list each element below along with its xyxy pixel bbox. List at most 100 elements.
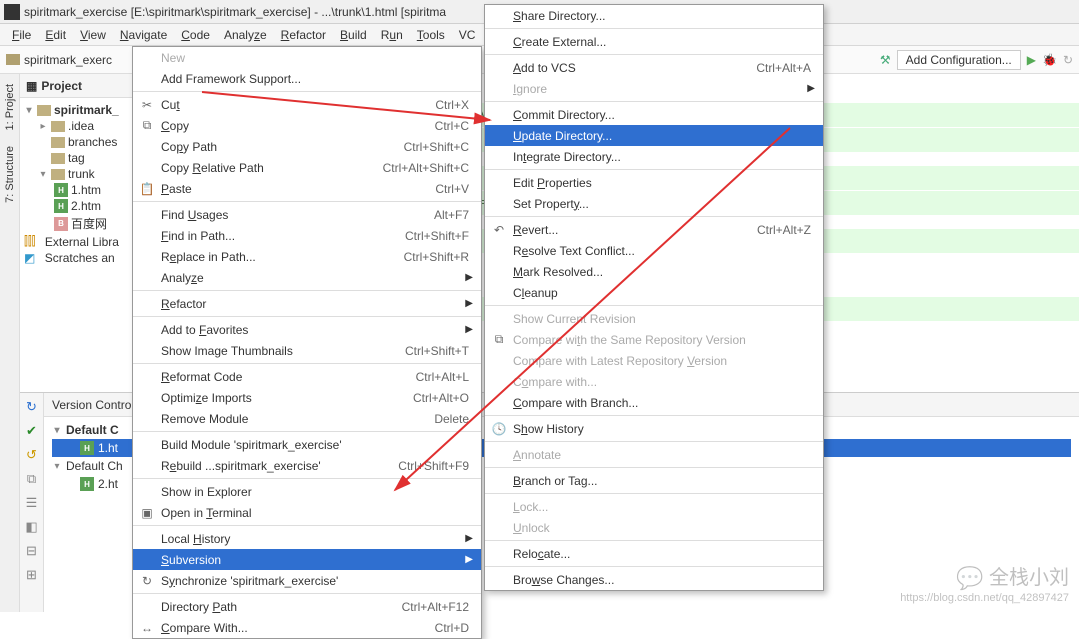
- ctx-project-item[interactable]: Copy Path Ctrl+Shift+C: [133, 136, 481, 157]
- menu-item-label: Annotate: [513, 448, 561, 462]
- ctx-subversion-item[interactable]: Set Property...: [485, 193, 823, 214]
- ctx-project-item[interactable]: ✂CutCtrl+X: [133, 94, 481, 115]
- run-config-dropdown[interactable]: Add Configuration...: [897, 50, 1021, 70]
- ctx-project-item[interactable]: Show in Explorer: [133, 481, 481, 502]
- collapse-icon[interactable]: ⊞: [26, 567, 37, 583]
- menu-separator: [485, 101, 823, 102]
- ctx-project-item[interactable]: Show Image ThumbnailsCtrl+Shift+T: [133, 340, 481, 361]
- menu-shortcut: Ctrl+Shift+C: [404, 140, 469, 154]
- submenu-arrow-icon: ▶: [465, 298, 473, 309]
- ctx-project-item[interactable]: Replace in Path...Ctrl+Shift+R: [133, 246, 481, 267]
- ctx-subversion-item[interactable]: Share Directory...: [485, 5, 823, 26]
- ctx-subversion-item: Lock...: [485, 496, 823, 517]
- ctx-subversion-item[interactable]: ↶Revert...Ctrl+Alt+Z: [485, 219, 823, 240]
- run-icon[interactable]: ▶: [1027, 53, 1036, 67]
- ctx-subversion-item[interactable]: Commit Directory...: [485, 104, 823, 125]
- menu-refactor[interactable]: Refactor: [275, 26, 332, 44]
- menu-separator: [485, 216, 823, 217]
- ctx-project-item[interactable]: Add to Favorites▶: [133, 319, 481, 340]
- menu-item-icon: 📋: [139, 181, 155, 197]
- ctx-project-item[interactable]: Subversion▶: [133, 549, 481, 570]
- ctx-project-item[interactable]: Directory PathCtrl+Alt+F12: [133, 596, 481, 617]
- context-menu-subversion[interactable]: Share Directory... Create External... Add …: [484, 4, 824, 591]
- menu-item-label: Browse Changes...: [513, 573, 614, 587]
- refresh-icon[interactable]: ↻: [26, 399, 37, 415]
- ctx-subversion-item[interactable]: Update Directory...: [485, 125, 823, 146]
- group-icon[interactable]: ◧: [25, 519, 37, 535]
- wechat-icon: 💬: [956, 566, 983, 591]
- ctx-project-item[interactable]: Rebuild ...spiritmark_exercise'Ctrl+Shif…: [133, 455, 481, 476]
- ctx-project-item[interactable]: ↔Compare With...Ctrl+D: [133, 617, 481, 638]
- menu-item-label: Compare with Branch...: [513, 396, 638, 410]
- menu-vcs[interactable]: VC: [453, 26, 482, 44]
- ctx-subversion-item: ⧉Compare with the Same Repository Versio…: [485, 329, 823, 350]
- menu-tools[interactable]: Tools: [411, 26, 451, 44]
- menu-item-label: Build Module 'spiritmark_exercise': [161, 438, 342, 452]
- menu-item-label: Cleanup: [513, 286, 558, 300]
- menu-item-label: Rebuild ...spiritmark_exercise': [161, 459, 321, 473]
- ctx-project-item[interactable]: ▣Open in Terminal: [133, 502, 481, 523]
- ctx-project-item[interactable]: Copy Relative PathCtrl+Alt+Shift+C: [133, 157, 481, 178]
- submenu-arrow-icon: ▶: [465, 554, 473, 565]
- menu-view[interactable]: View: [74, 26, 112, 44]
- expand-icon[interactable]: ⊟: [26, 543, 37, 559]
- ctx-subversion-item[interactable]: Edit Properties: [485, 172, 823, 193]
- shelve-icon[interactable]: ☰: [26, 495, 38, 511]
- ctx-subversion-item[interactable]: Create External...: [485, 31, 823, 52]
- ctx-subversion-item[interactable]: Resolve Text Conflict...: [485, 240, 823, 261]
- ctx-project-item[interactable]: Refactor▶: [133, 293, 481, 314]
- menu-shortcut: Ctrl+Alt+Shift+C: [383, 161, 469, 175]
- left-gutter: 1: Project 7: Structure: [0, 74, 20, 612]
- menu-item-label: Directory Path: [161, 600, 237, 614]
- menu-navigate[interactable]: Navigate: [114, 26, 173, 44]
- ctx-project-item[interactable]: Find UsagesAlt+F7: [133, 204, 481, 225]
- ctx-project-item[interactable]: 📋PasteCtrl+V: [133, 178, 481, 199]
- menu-code[interactable]: Code: [175, 26, 216, 44]
- ctx-project-item[interactable]: Add Framework Support...: [133, 68, 481, 89]
- ctx-project-item[interactable]: Reformat CodeCtrl+Alt+L: [133, 366, 481, 387]
- ctx-subversion-item[interactable]: Add to VCSCtrl+Alt+A: [485, 57, 823, 78]
- ctx-subversion-item[interactable]: Integrate Directory...: [485, 146, 823, 167]
- ctx-project-item[interactable]: Local History▶: [133, 528, 481, 549]
- menu-build[interactable]: Build: [334, 26, 373, 44]
- debug-icon[interactable]: 🐞: [1042, 53, 1057, 67]
- ctx-project-item[interactable]: ⧉CopyCtrl+C: [133, 115, 481, 136]
- menu-run[interactable]: Run: [375, 26, 409, 44]
- hammer-icon[interactable]: ⚒: [880, 53, 891, 67]
- ctx-subversion-item: Show Current Revision: [485, 308, 823, 329]
- context-menu-project[interactable]: NewAdd Framework Support...✂CutCtrl+X⧉Co…: [132, 46, 482, 639]
- menu-item-label: Copy Path: [161, 140, 217, 154]
- diff-icon[interactable]: ⧉: [27, 471, 36, 487]
- ctx-subversion-item[interactable]: Cleanup: [485, 282, 823, 303]
- ctx-subversion-item[interactable]: Branch or Tag...: [485, 470, 823, 491]
- ctx-subversion-item[interactable]: Mark Resolved...: [485, 261, 823, 282]
- ctx-subversion-item: Unlock: [485, 517, 823, 538]
- menu-item-label: Commit Directory...: [513, 108, 615, 122]
- menu-edit[interactable]: Edit: [39, 26, 72, 44]
- menu-item-icon: ↔: [139, 620, 155, 636]
- ctx-subversion-item[interactable]: 🕓Show History: [485, 418, 823, 439]
- ctx-project-item[interactable]: ↻Synchronize 'spiritmark_exercise': [133, 570, 481, 591]
- ctx-project-item[interactable]: Optimize ImportsCtrl+Alt+O: [133, 387, 481, 408]
- ctx-project-item[interactable]: Analyze▶: [133, 267, 481, 288]
- menu-separator: [133, 525, 481, 526]
- breadcrumb-text: spiritmark_exerc: [24, 53, 112, 67]
- commit-icon[interactable]: ✔: [26, 423, 37, 439]
- ctx-subversion-item[interactable]: Browse Changes...: [485, 569, 823, 590]
- breadcrumb[interactable]: spiritmark_exerc: [6, 53, 112, 67]
- menu-analyze[interactable]: Analyze: [218, 26, 273, 44]
- ctx-subversion-item[interactable]: Compare with Branch...: [485, 392, 823, 413]
- stop-icon[interactable]: ↻: [1063, 53, 1073, 67]
- ctx-project-item[interactable]: Build Module 'spiritmark_exercise': [133, 434, 481, 455]
- ctx-project-item[interactable]: Find in Path...Ctrl+Shift+F: [133, 225, 481, 246]
- menu-item-label: Optimize Imports: [161, 391, 252, 405]
- project-tool-tab[interactable]: 1: Project: [4, 78, 16, 136]
- menu-item-icon: ✂: [139, 97, 155, 113]
- ctx-subversion-item[interactable]: Relocate...: [485, 543, 823, 564]
- ctx-project-item[interactable]: Remove ModuleDelete: [133, 408, 481, 429]
- menu-file[interactable]: File: [6, 26, 37, 44]
- menu-item-label: Analyze: [161, 271, 204, 285]
- rollback-icon[interactable]: ↺: [26, 447, 37, 463]
- structure-tool-tab[interactable]: 7: Structure: [4, 140, 16, 209]
- menu-item-label: Share Directory...: [513, 9, 605, 23]
